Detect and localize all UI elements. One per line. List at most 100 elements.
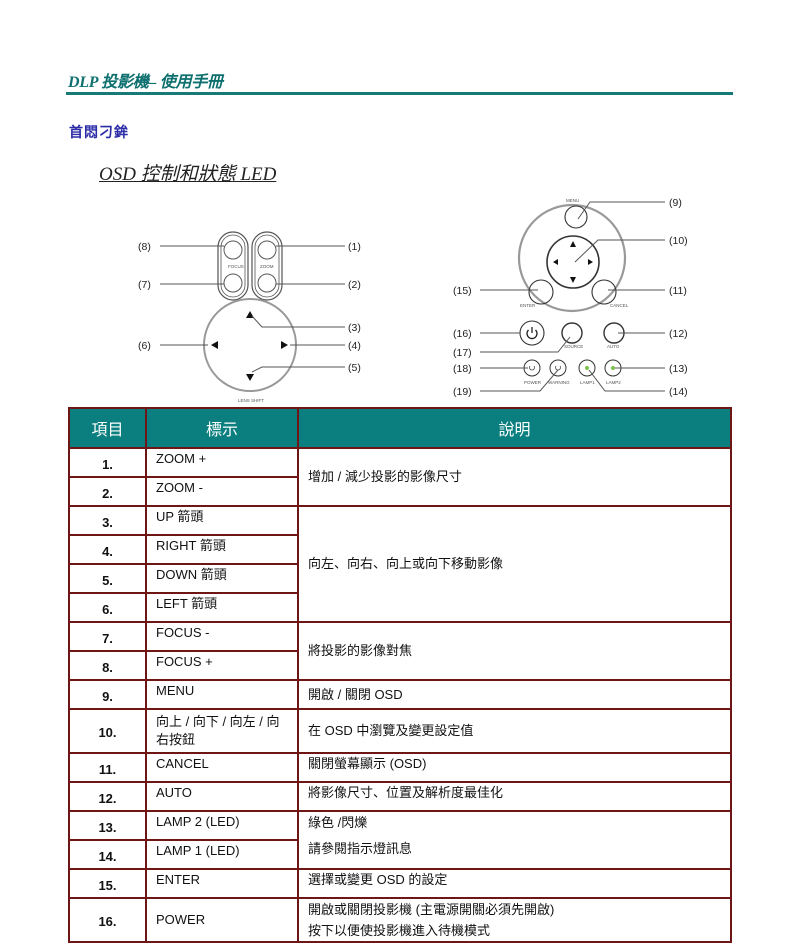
row-description: 開啟或關閉投影機 (主電源開關必須先開啟) 按下以便使投影機進入待機模式 bbox=[297, 897, 732, 943]
dpad-up-arrow-icon bbox=[570, 241, 576, 247]
lens-down-arrow-icon bbox=[246, 374, 254, 381]
callout-9: (9) bbox=[669, 197, 682, 209]
menu-label: MENU bbox=[566, 198, 579, 203]
row-number: 8. bbox=[68, 650, 147, 681]
row-number: 16. bbox=[68, 897, 147, 943]
table-row: 10. 向上 / 向下 / 向左 / 向右按鈕 在 OSD 中瀏覽及變更設定值 bbox=[68, 708, 732, 754]
focus-minus-button bbox=[223, 273, 243, 293]
table-row: 3. UP 箭頭 向左、向右、向上或向下移動影像 bbox=[68, 505, 732, 623]
row-number: 12. bbox=[68, 781, 147, 812]
row-number: 3. bbox=[68, 505, 147, 536]
row-label: UP 箭頭 bbox=[145, 505, 299, 536]
row-label: AUTO bbox=[145, 781, 299, 812]
row-label: LEFT 箭頭 bbox=[145, 592, 299, 623]
row-label: FOCUS - bbox=[145, 621, 299, 652]
callout-8: (8) bbox=[138, 241, 151, 253]
warning-led-label: WARNING bbox=[548, 380, 570, 385]
row-number: 10. bbox=[68, 708, 147, 754]
lens-left-arrow-icon bbox=[211, 341, 218, 349]
row-description: 向左、向右、向上或向下移動影像 bbox=[297, 505, 732, 623]
callout-4: (4) bbox=[348, 340, 361, 352]
row-label: ZOOM + bbox=[145, 447, 299, 478]
row-number: 9. bbox=[68, 679, 147, 710]
control-panel-diagram: FOCUS ZOOM LENS SHIFT (8) (7) (6) (1) (2… bbox=[138, 197, 688, 403]
lens-shift-label: LENS SHIFT bbox=[238, 398, 264, 403]
row-number: 4. bbox=[68, 534, 147, 565]
power-description-line-1: 開啟或關閉投影機 (主電源開關必須先開啟) bbox=[308, 902, 555, 917]
callout-6: (6) bbox=[138, 340, 151, 352]
row-number: 2. bbox=[68, 476, 147, 507]
focus-label: FOCUS bbox=[228, 264, 244, 269]
row-number: 13. bbox=[68, 810, 147, 841]
table-row: 9. MENU 開啟 / 關閉 OSD bbox=[68, 679, 732, 710]
row-label: 向上 / 向下 / 向左 / 向右按鈕 bbox=[145, 708, 299, 754]
zoom-plus-button bbox=[257, 240, 277, 260]
section-title: 首悶刁鉾 bbox=[69, 124, 129, 140]
focus-plus-button bbox=[223, 240, 243, 260]
lamp2-led-label: LAMP2 bbox=[606, 380, 621, 385]
row-description: 在 OSD 中瀏覽及變更設定值 bbox=[297, 708, 732, 754]
callout-14: (14) bbox=[669, 386, 688, 398]
row-label: RIGHT 箭頭 bbox=[145, 534, 299, 565]
document-header-title: DLP 投影機– 使用手冊 bbox=[68, 74, 223, 91]
warning-led-icon bbox=[555, 365, 561, 371]
callout-12: (12) bbox=[669, 328, 688, 340]
row-label: LAMP 1 (LED) bbox=[145, 839, 299, 870]
column-header-item: 項目 bbox=[68, 407, 147, 449]
table-row: 11. CANCEL 關閉螢幕顯示 (OSD) bbox=[68, 752, 732, 783]
row-description: 將投影的影像對焦 bbox=[297, 621, 732, 681]
callout-7: (7) bbox=[138, 279, 151, 291]
row-label: DOWN 箭頭 bbox=[145, 563, 299, 594]
warning-led bbox=[549, 359, 567, 377]
row-number: 11. bbox=[68, 752, 147, 783]
zoom-label: ZOOM bbox=[260, 264, 274, 269]
dpad-down-arrow-icon bbox=[570, 277, 576, 283]
power-led-icon bbox=[529, 365, 535, 371]
callout-16: (16) bbox=[453, 328, 472, 340]
row-description: 增加 / 減少投影的影像尺寸 bbox=[297, 447, 732, 507]
row-label: POWER bbox=[145, 897, 299, 943]
lamp1-led-label: LAMP1 bbox=[580, 380, 595, 385]
lamp-description-line-1: 綠色 /閃爍 bbox=[308, 815, 368, 830]
callout-1: (1) bbox=[348, 241, 361, 253]
row-number: 7. bbox=[68, 621, 147, 652]
source-label: SOURCE bbox=[564, 344, 583, 349]
callout-11: (11) bbox=[669, 285, 687, 297]
table-row: 12. AUTO 將影像尺寸、位置及解析度最佳化 bbox=[68, 781, 732, 812]
lens-right-arrow-icon bbox=[281, 341, 288, 349]
row-number: 14. bbox=[68, 839, 147, 870]
table-row: 15. ENTER 選擇或變更 OSD 的設定 bbox=[68, 868, 732, 899]
menu-button bbox=[564, 205, 588, 229]
table-header-row: 項目 標示 說明 bbox=[68, 407, 732, 449]
column-header-label: 標示 bbox=[145, 407, 299, 449]
row-description: 將影像尺寸、位置及解析度最佳化 bbox=[297, 781, 732, 812]
callout-13: (13) bbox=[669, 363, 688, 375]
keypad-outer-ring bbox=[517, 203, 627, 313]
callout-18: (18) bbox=[453, 363, 472, 375]
sub-title: OSD 控制和狀態 LED bbox=[99, 164, 277, 185]
cancel-label: CANCEL bbox=[610, 303, 629, 308]
auto-label: AUTO bbox=[607, 344, 620, 349]
row-label: ENTER bbox=[145, 868, 299, 899]
controls-reference-table: 項目 標示 說明 1. ZOOM + 增加 / 減少投影的影像尺寸 2. ZOO… bbox=[68, 407, 732, 943]
row-description: 開啟 / 關閉 OSD bbox=[297, 679, 732, 710]
row-number: 6. bbox=[68, 592, 147, 623]
row-label: CANCEL bbox=[145, 752, 299, 783]
callout-2: (2) bbox=[348, 279, 361, 291]
row-label: MENU bbox=[145, 679, 299, 710]
callout-3: (3) bbox=[348, 322, 361, 334]
row-number: 1. bbox=[68, 447, 147, 478]
row-description: 關閉螢幕顯示 (OSD) bbox=[297, 752, 732, 783]
row-number: 5. bbox=[68, 563, 147, 594]
table-row: 16. POWER 開啟或關閉投影機 (主電源開關必須先開啟) 按下以便使投影機… bbox=[68, 897, 732, 943]
enter-label: ENTER bbox=[520, 303, 536, 308]
row-label: FOCUS + bbox=[145, 650, 299, 681]
dpad-right-arrow-icon bbox=[588, 259, 593, 265]
callout-19: (19) bbox=[453, 386, 472, 398]
power-description-line-2: 按下以便使投影機進入待機模式 bbox=[308, 923, 491, 938]
lamp1-led-dot bbox=[585, 366, 589, 370]
zoom-minus-button bbox=[257, 273, 277, 293]
row-number: 15. bbox=[68, 868, 147, 899]
column-header-description: 說明 bbox=[297, 407, 732, 449]
power-led-label: POWER bbox=[524, 380, 542, 385]
